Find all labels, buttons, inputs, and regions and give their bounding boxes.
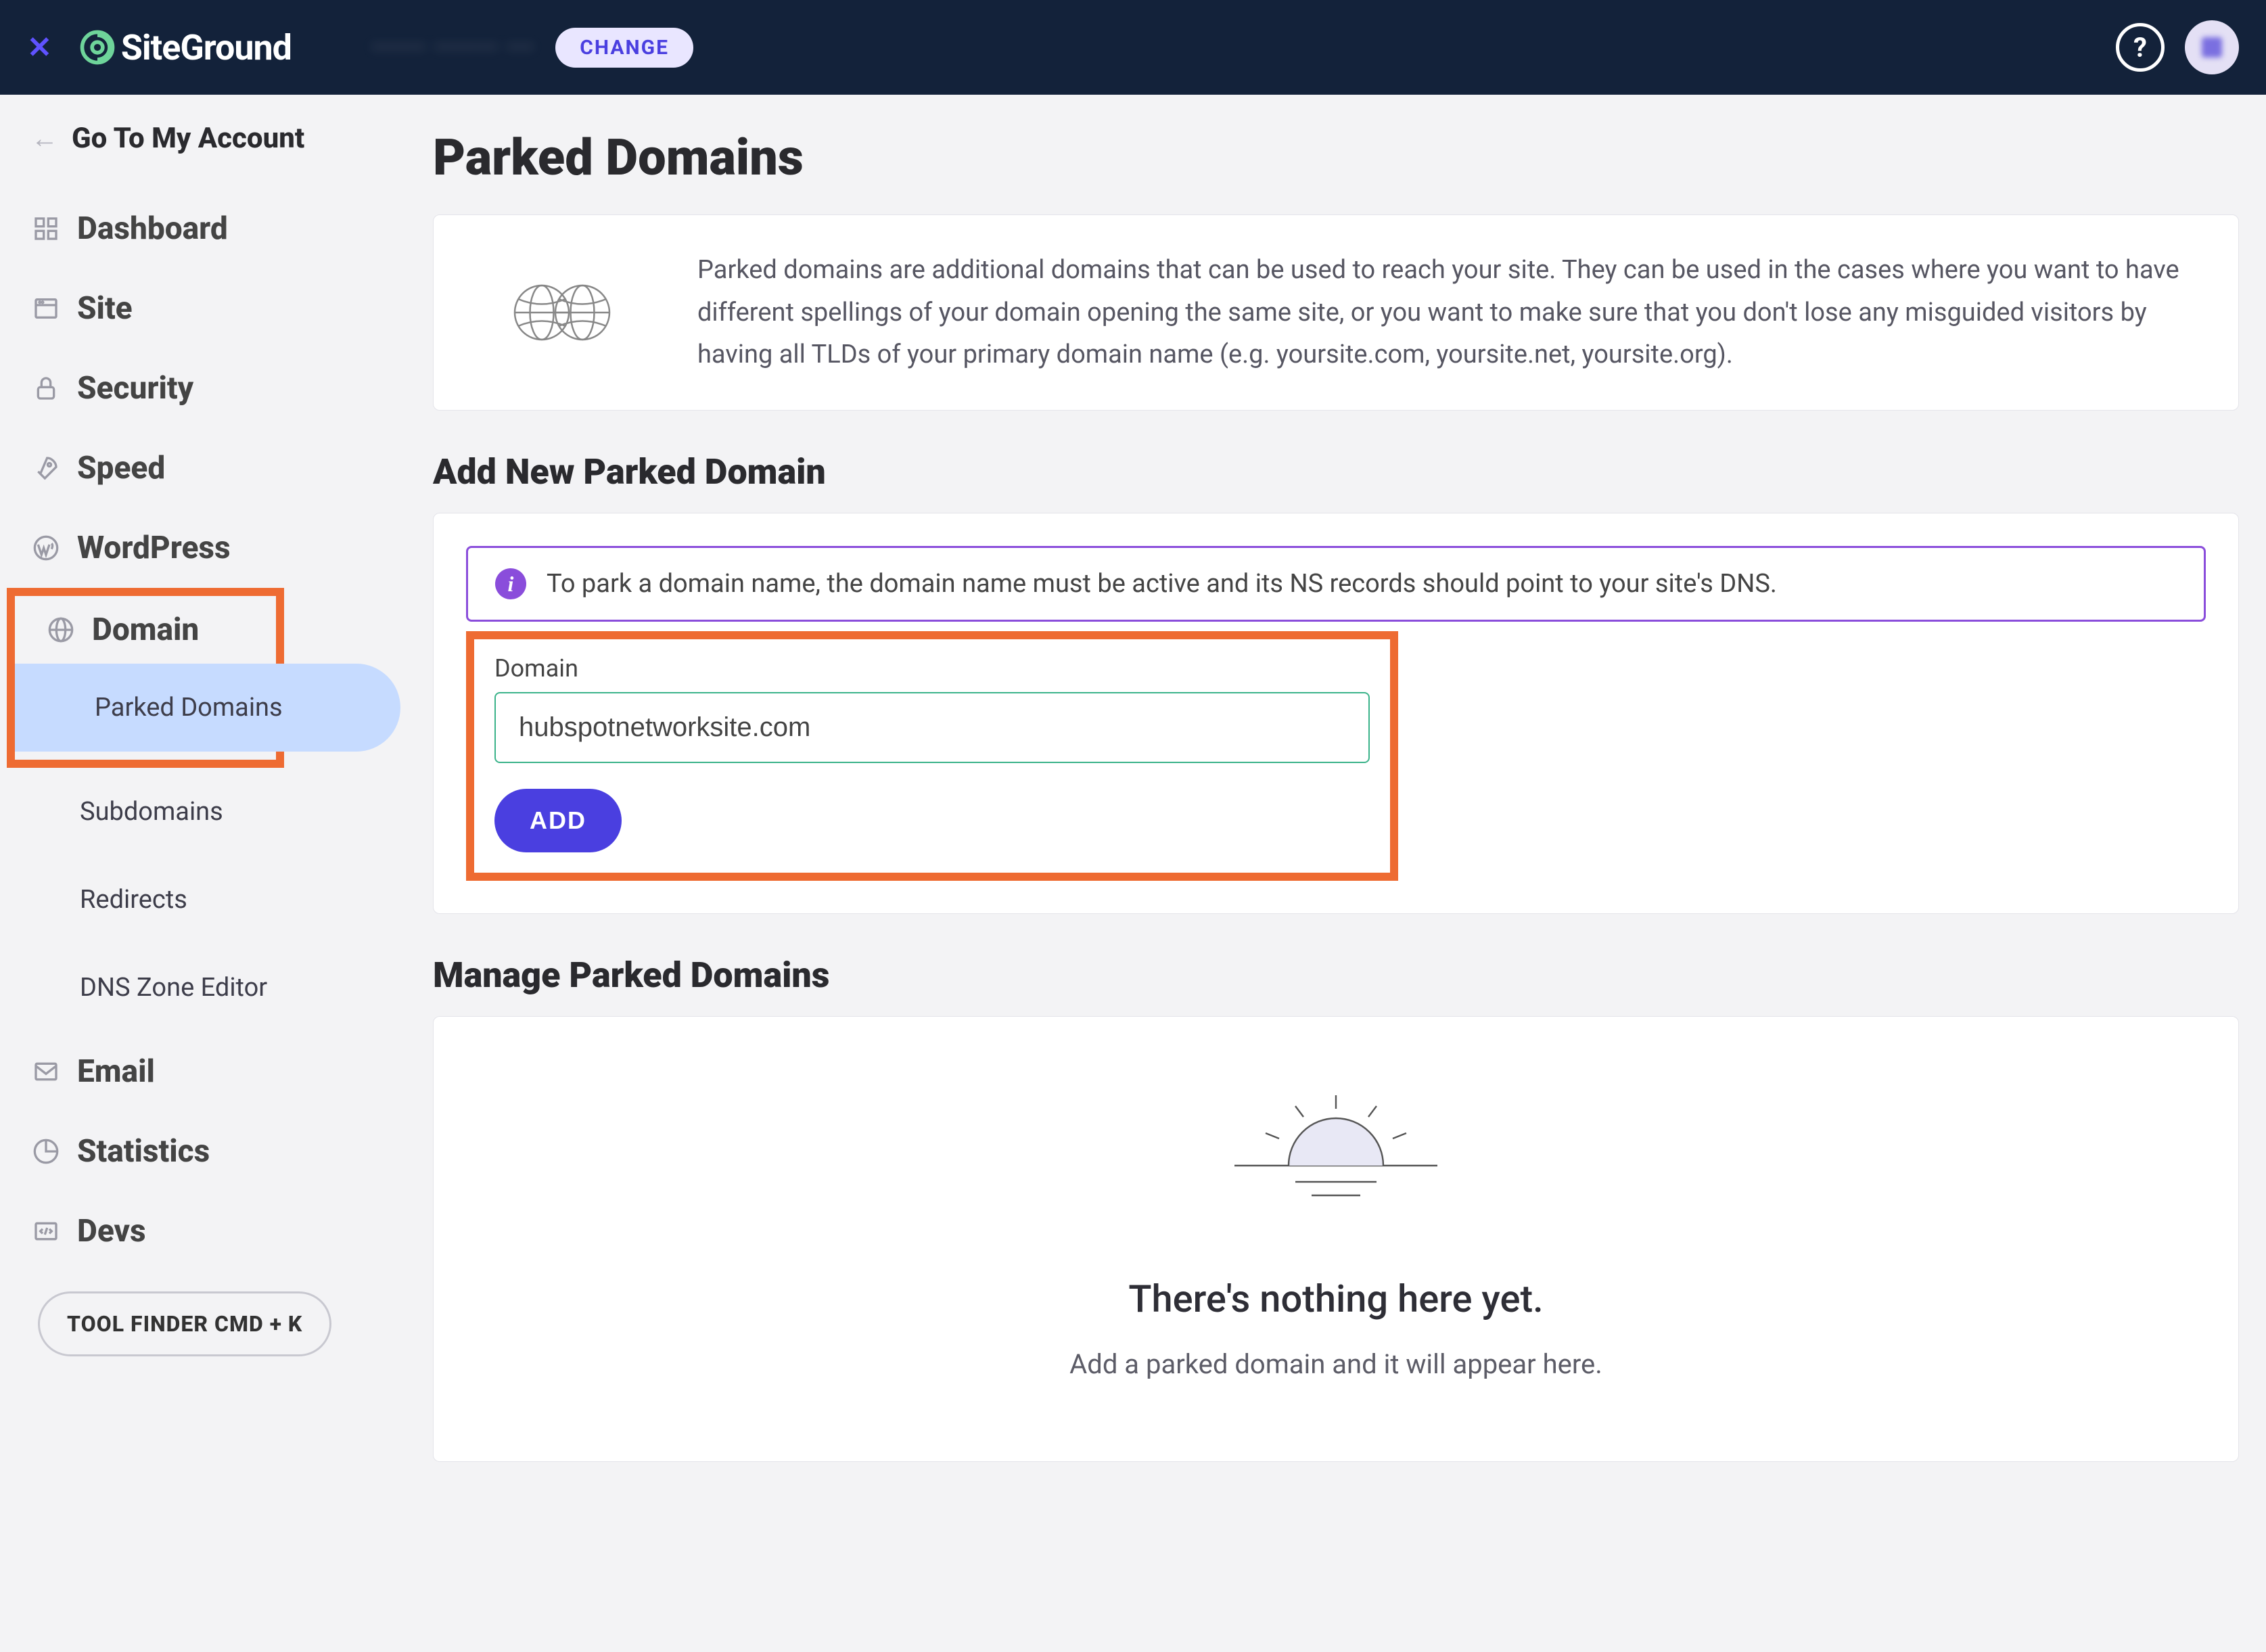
back-label: Go To My Account bbox=[72, 122, 304, 155]
intro-card: Parked domains are additional domains th… bbox=[433, 214, 2239, 411]
wordpress-icon bbox=[31, 533, 61, 563]
sidebar-subitem-label: DNS Zone Editor bbox=[80, 973, 267, 1003]
sidebar-subitem-parked-domains[interactable]: Parked Domains bbox=[15, 664, 400, 752]
globe-icon bbox=[46, 615, 76, 645]
sidebar-item-label: WordPress bbox=[77, 530, 231, 566]
add-button[interactable]: ADD bbox=[494, 789, 622, 852]
manage-section-title: Manage Parked Domains bbox=[433, 955, 2239, 996]
tutorial-highlight-form: Domain ADD bbox=[466, 631, 1398, 881]
back-to-account-link[interactable]: ← Go To My Account bbox=[0, 122, 406, 189]
dashboard-icon bbox=[31, 214, 61, 244]
sidebar-item-label: Domain bbox=[92, 612, 199, 648]
sidebar-item-email[interactable]: Email bbox=[0, 1032, 406, 1111]
top-header: ✕ SiteGround ······ ······· ··· CHANGE ? bbox=[0, 0, 2266, 95]
sidebar-item-security[interactable]: Security bbox=[0, 348, 406, 428]
add-domain-card: i To park a domain name, the domain name… bbox=[433, 513, 2239, 914]
info-notice: i To park a domain name, the domain name… bbox=[466, 546, 2206, 622]
page-title: Parked Domains bbox=[433, 129, 2239, 187]
close-icon[interactable]: ✕ bbox=[27, 30, 52, 65]
sidebar-item-statistics[interactable]: Statistics bbox=[0, 1111, 406, 1191]
manage-card-empty: There's nothing here yet. Add a parked d… bbox=[433, 1016, 2239, 1462]
sidebar-item-label: Site bbox=[77, 290, 133, 327]
domain-field-label: Domain bbox=[494, 654, 1370, 683]
sidebar-item-label: Speed bbox=[77, 450, 165, 486]
sunrise-illustration bbox=[1214, 1084, 1458, 1209]
notice-text: To park a domain name, the domain name m… bbox=[547, 569, 1777, 599]
tutorial-highlight-domain: Domain Parked Domains bbox=[7, 588, 284, 768]
sidebar-item-speed[interactable]: Speed bbox=[0, 428, 406, 508]
globe-illustration bbox=[467, 279, 657, 346]
change-site-button[interactable]: CHANGE bbox=[555, 28, 693, 68]
sidebar-item-label: Security bbox=[77, 370, 193, 407]
sidebar-subitem-dns-zone-editor[interactable]: DNS Zone Editor bbox=[0, 944, 406, 1032]
intro-text: Parked domains are additional domains th… bbox=[697, 249, 2184, 376]
sidebar-item-label: Dashboard bbox=[77, 210, 228, 247]
info-icon: i bbox=[495, 568, 526, 599]
rocket-icon bbox=[31, 453, 61, 483]
current-site-name: ······ ······· ··· bbox=[373, 33, 535, 62]
sidebar-subitem-subdomains[interactable]: Subdomains bbox=[0, 768, 406, 856]
logo-text: SiteGround bbox=[121, 27, 292, 68]
avatar[interactable] bbox=[2185, 20, 2239, 74]
domain-input[interactable] bbox=[494, 692, 1370, 763]
site-icon bbox=[31, 294, 61, 323]
sidebar-item-domain[interactable]: Domain bbox=[15, 596, 276, 664]
chart-icon bbox=[31, 1137, 61, 1166]
empty-state-title: There's nothing here yet. bbox=[466, 1277, 2206, 1321]
double-globe-icon bbox=[511, 279, 613, 346]
sidebar-item-site[interactable]: Site bbox=[0, 269, 406, 348]
tool-finder-button[interactable]: TOOL FINDER CMD + K bbox=[38, 1291, 331, 1356]
sidebar-subitem-label: Redirects bbox=[80, 885, 187, 915]
help-icon[interactable]: ? bbox=[2116, 23, 2165, 72]
main-content: Parked Domains Parked domains bbox=[406, 95, 2266, 1652]
sidebar-item-label: Statistics bbox=[77, 1133, 210, 1170]
mail-icon bbox=[31, 1057, 61, 1086]
sidebar-item-wordpress[interactable]: WordPress bbox=[0, 508, 406, 588]
sidebar-subitem-label: Parked Domains bbox=[95, 693, 283, 722]
sidebar: ← Go To My Account Dashboard Site Securi… bbox=[0, 95, 406, 1652]
logo-swirl-icon bbox=[79, 29, 116, 66]
arrow-left-icon: ← bbox=[31, 122, 58, 154]
sidebar-subitem-redirects[interactable]: Redirects bbox=[0, 856, 406, 944]
lock-icon bbox=[31, 373, 61, 403]
sidebar-item-label: Devs bbox=[77, 1213, 146, 1249]
sidebar-subitem-label: Subdomains bbox=[80, 797, 223, 827]
sidebar-item-dashboard[interactable]: Dashboard bbox=[0, 189, 406, 269]
sidebar-item-devs[interactable]: Devs bbox=[0, 1191, 406, 1271]
empty-state-subtitle: Add a parked domain and it will appear h… bbox=[466, 1348, 2206, 1380]
add-section-title: Add New Parked Domain bbox=[433, 451, 2239, 492]
sidebar-item-label: Email bbox=[77, 1053, 155, 1090]
siteground-logo[interactable]: SiteGround bbox=[79, 27, 292, 68]
code-icon bbox=[31, 1216, 61, 1246]
